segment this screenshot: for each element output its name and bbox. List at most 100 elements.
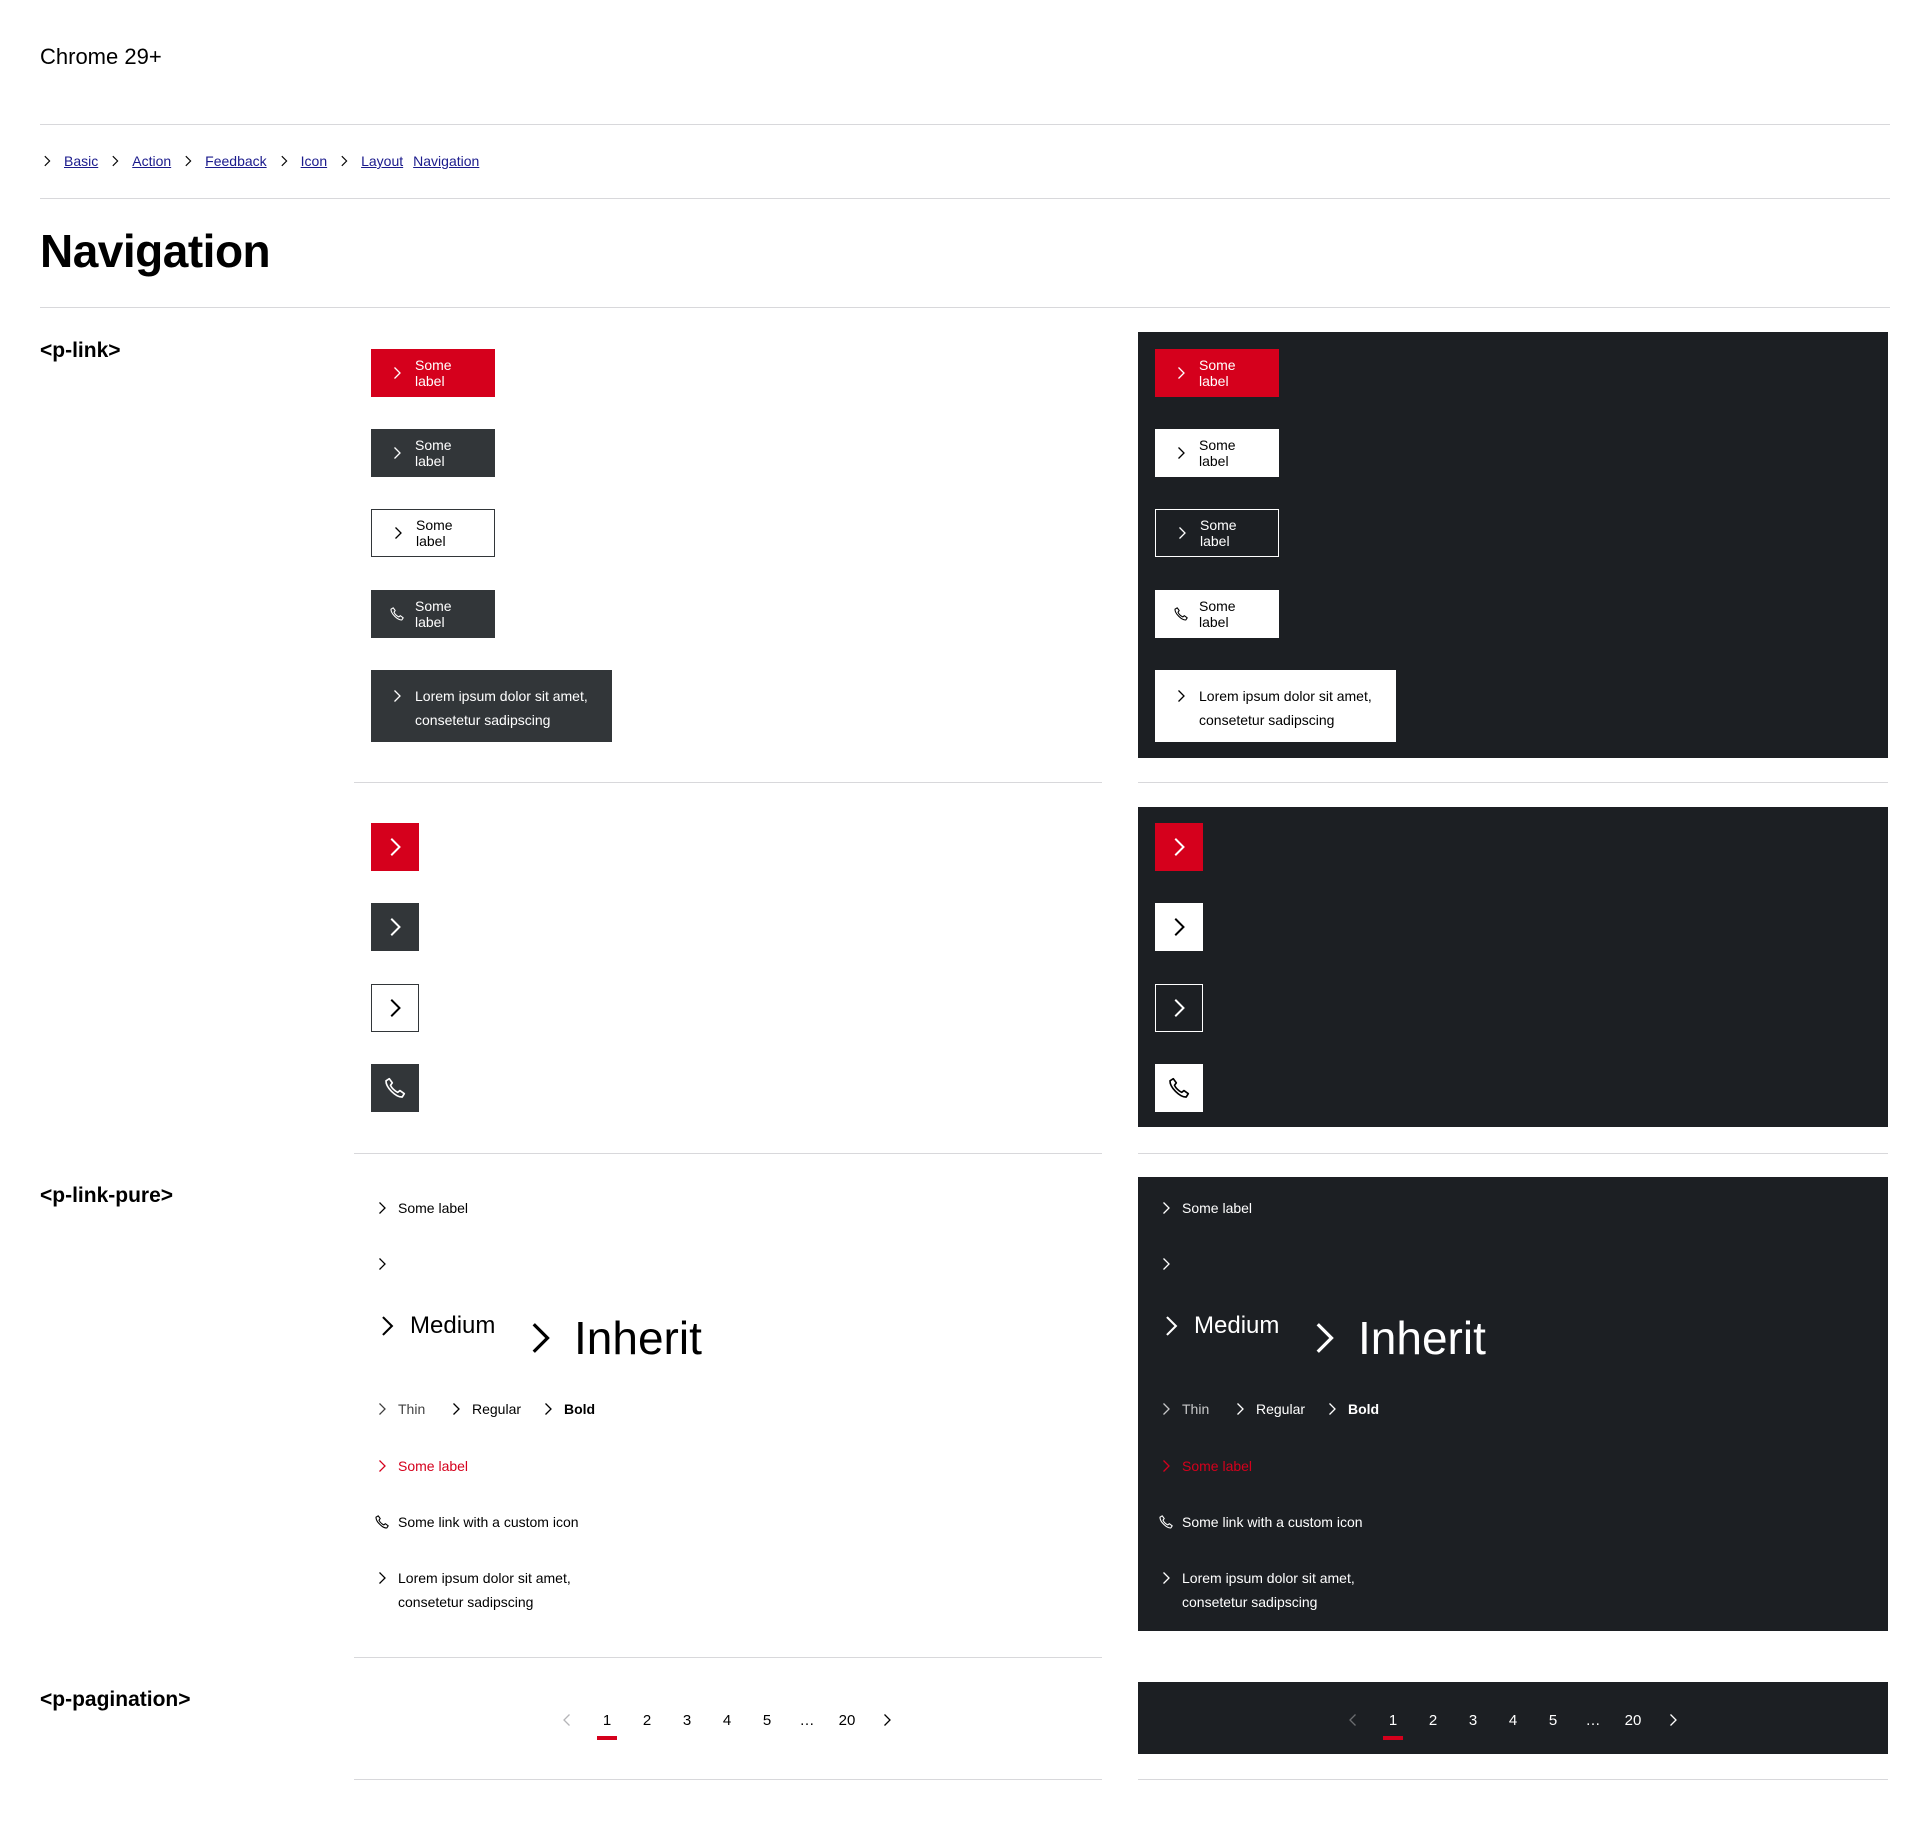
link-pure-multiline-line1: Lorem ipsum dolor sit amet, bbox=[398, 1570, 571, 1586]
link-pure-thin-dark[interactable]: Thin bbox=[1158, 1397, 1209, 1421]
link-multiline[interactable]: Lorem ipsum dolor sit amet, consetetur s… bbox=[371, 670, 612, 742]
pagination-page-5[interactable]: 5 bbox=[1533, 1700, 1573, 1740]
link-pure-regular-label: Regular bbox=[472, 1401, 522, 1417]
link-icon-only-tertiary[interactable] bbox=[371, 984, 419, 1032]
link-pure-medium-label: Medium bbox=[410, 1312, 496, 1339]
link-pure-regular[interactable]: Regular bbox=[448, 1397, 521, 1421]
breadcrumb-link-basic[interactable]: Basic bbox=[64, 153, 98, 169]
arrow-head-right-icon bbox=[374, 1200, 390, 1216]
pagination: 1 2 3 4 5 … 20 bbox=[547, 1700, 907, 1740]
pagination-page-1[interactable]: 1 bbox=[587, 1700, 627, 1740]
arrow-head-right-icon bbox=[1158, 1313, 1184, 1339]
link-pure-active-label: Some label bbox=[398, 1458, 469, 1474]
breadcrumb-link-action[interactable]: Action bbox=[132, 153, 171, 169]
pagination-next[interactable] bbox=[867, 1700, 907, 1740]
arrow-head-right-icon bbox=[1158, 1570, 1174, 1586]
link-pure-bold-label: Bold bbox=[564, 1401, 596, 1417]
link-multiline-label: Lorem ipsum dolor sit amet, consetetur s… bbox=[1199, 684, 1372, 732]
link-icon-only-tertiary-dark[interactable] bbox=[1155, 984, 1203, 1032]
pagination-page-4[interactable]: 4 bbox=[707, 1700, 747, 1740]
link-tertiary-dark[interactable]: Some label bbox=[1155, 509, 1279, 557]
link-icon-only-phone[interactable] bbox=[371, 1064, 419, 1112]
pagination-next[interactable] bbox=[1653, 1700, 1693, 1740]
link-icon-only-secondary[interactable] bbox=[371, 903, 419, 951]
link-multiline-dark[interactable]: Lorem ipsum dolor sit amet, consetetur s… bbox=[1155, 670, 1396, 742]
arrow-head-left-icon bbox=[559, 1712, 575, 1728]
divider bbox=[354, 1657, 1102, 1658]
link-pure-medium-dark[interactable]: Medium bbox=[1158, 1308, 1279, 1344]
link-pure-custom-icon[interactable]: Some link with a custom icon bbox=[374, 1510, 579, 1534]
link-tertiary[interactable]: Some label bbox=[371, 509, 495, 557]
link-pure-bold[interactable]: Bold bbox=[540, 1397, 595, 1421]
link-label: Some label bbox=[415, 598, 452, 630]
link-pure-thin-label: Thin bbox=[398, 1401, 426, 1417]
link-pure-custom-icon-label: Some link with a custom icon bbox=[1182, 1514, 1363, 1530]
link-pure-active-label: Some label bbox=[1182, 1458, 1253, 1474]
link-pure-regular-label: Regular bbox=[1256, 1401, 1306, 1417]
pagination-prev[interactable] bbox=[1333, 1700, 1373, 1740]
link-pure-regular-dark[interactable]: Regular bbox=[1232, 1397, 1305, 1421]
link-pure-medium[interactable]: Medium bbox=[374, 1308, 495, 1344]
link-pure-multiline[interactable]: Lorem ipsum dolor sit amet, consetetur s… bbox=[374, 1566, 571, 1614]
breadcrumb-link-layout[interactable]: Layout bbox=[361, 153, 403, 169]
link-pure-inherit-label: Inherit bbox=[574, 1312, 702, 1364]
arrow-head-right-icon bbox=[1173, 688, 1189, 704]
link-icon-only-primary[interactable] bbox=[371, 823, 419, 871]
link-pure-active[interactable]: Some label bbox=[374, 1454, 468, 1478]
pagination-page-20[interactable]: 20 bbox=[827, 1700, 867, 1740]
phone-icon bbox=[383, 1076, 407, 1100]
pagination-page-2[interactable]: 2 bbox=[627, 1700, 667, 1740]
link-custom-icon-dark[interactable]: Some label bbox=[1155, 590, 1279, 638]
link-secondary[interactable]: Some label bbox=[371, 429, 495, 477]
breadcrumb-link-navigation[interactable]: Navigation bbox=[413, 153, 479, 169]
browser-label: Chrome 29+ bbox=[40, 44, 162, 69]
link-custom-icon[interactable]: Some label bbox=[371, 590, 495, 638]
arrow-head-right-icon bbox=[520, 1318, 560, 1358]
link-primary-dark[interactable]: Some label bbox=[1155, 349, 1279, 397]
arrow-head-right-icon bbox=[1324, 1401, 1340, 1417]
link-primary[interactable]: Some label bbox=[371, 349, 495, 397]
arrow-head-right-icon bbox=[879, 1712, 895, 1728]
link-pure-icon-only[interactable] bbox=[374, 1252, 398, 1276]
link-pure-thin[interactable]: Thin bbox=[374, 1397, 425, 1421]
link-pure-multiline-dark[interactable]: Lorem ipsum dolor sit amet, consetetur s… bbox=[1158, 1566, 1355, 1614]
link-pure-default[interactable]: Some label bbox=[374, 1196, 468, 1220]
arrow-head-right-icon bbox=[1167, 996, 1191, 1020]
arrow-head-right-icon bbox=[1167, 835, 1191, 859]
link-label: Some label bbox=[1200, 517, 1237, 549]
link-label: Some label bbox=[1199, 437, 1236, 469]
dark-theme-panel bbox=[1138, 807, 1888, 1127]
breadcrumb-item-layout: Layout bbox=[337, 153, 403, 169]
section-title-pagination: <p-pagination> bbox=[40, 1688, 191, 1711]
divider bbox=[1138, 1779, 1888, 1780]
link-pure-default-dark[interactable]: Some label bbox=[1158, 1196, 1252, 1220]
pagination-page-2[interactable]: 2 bbox=[1413, 1700, 1453, 1740]
breadcrumb-link-icon[interactable]: Icon bbox=[301, 153, 327, 169]
pagination-page-5[interactable]: 5 bbox=[747, 1700, 787, 1740]
arrow-head-right-icon bbox=[448, 1401, 464, 1417]
divider bbox=[354, 782, 1102, 783]
link-pure-inherit[interactable]: Inherit bbox=[520, 1306, 702, 1370]
link-secondary-dark[interactable]: Some label bbox=[1155, 429, 1279, 477]
phone-icon bbox=[1158, 1514, 1174, 1530]
link-icon-only-primary-dark[interactable] bbox=[1155, 823, 1203, 871]
arrow-head-right-icon bbox=[1304, 1318, 1344, 1358]
link-pure-custom-icon-dark[interactable]: Some link with a custom icon bbox=[1158, 1510, 1363, 1534]
pagination-page-4[interactable]: 4 bbox=[1493, 1700, 1533, 1740]
link-pure-inherit-dark[interactable]: Inherit bbox=[1304, 1306, 1486, 1370]
link-pure-icon-only-dark[interactable] bbox=[1158, 1252, 1182, 1276]
breadcrumb-link-feedback[interactable]: Feedback bbox=[205, 153, 266, 169]
link-pure-active-dark[interactable]: Some label bbox=[1158, 1454, 1252, 1478]
link-icon-only-phone-dark[interactable] bbox=[1155, 1064, 1203, 1112]
link-pure-multiline-line2: consetetur sadipscing bbox=[1182, 1594, 1318, 1610]
pagination-prev[interactable] bbox=[547, 1700, 587, 1740]
link-pure-bold-dark[interactable]: Bold bbox=[1324, 1397, 1379, 1421]
divider bbox=[40, 307, 1890, 308]
divider bbox=[40, 124, 1890, 125]
link-icon-only-secondary-dark[interactable] bbox=[1155, 903, 1203, 951]
pagination-page-1[interactable]: 1 bbox=[1373, 1700, 1413, 1740]
pagination-page-20[interactable]: 20 bbox=[1613, 1700, 1653, 1740]
pagination-page-3[interactable]: 3 bbox=[1453, 1700, 1493, 1740]
pagination-page-3[interactable]: 3 bbox=[667, 1700, 707, 1740]
link-pure-multiline-line2: consetetur sadipscing bbox=[398, 1594, 534, 1610]
